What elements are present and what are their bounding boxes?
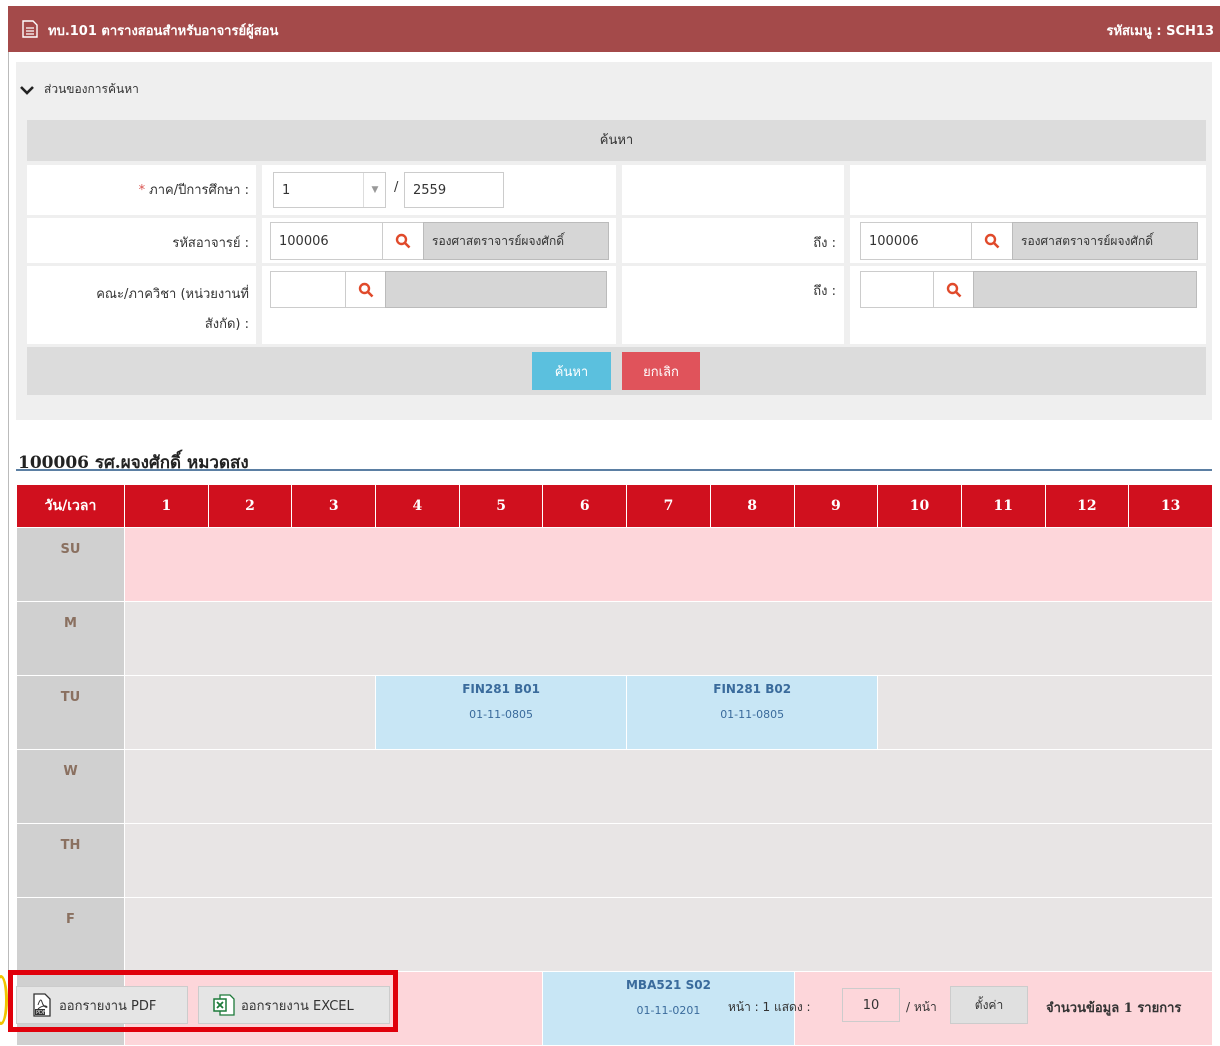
empty-slot (877, 675, 1213, 750)
faculty-to-input[interactable] (860, 271, 934, 308)
menu-code: รหัสเมนู : SCH13 (1106, 24, 1214, 39)
page-title: ทบ.101 ตารางสอนสำหรับอาจารย์ผู้สอน (48, 24, 279, 39)
search-header: ค้นหา (27, 120, 1206, 161)
label-cell (622, 266, 844, 344)
svg-text:PDF: PDF (36, 1010, 46, 1016)
faculty-to-label: ถึง : (813, 284, 836, 299)
required-mark: * (138, 183, 146, 198)
schedule-row: W (16, 749, 1213, 824)
day-label: TH (16, 823, 125, 898)
search-icon (358, 282, 373, 297)
annotation-mark (0, 975, 8, 1025)
search-icon (984, 233, 1000, 249)
teacher-to-input[interactable]: 100006 (860, 222, 972, 260)
class-name: FIN281 B02 (713, 682, 792, 696)
faculty-label: คณะ/ภาควิชา (หน่วยงานที่ สังกัด) : (96, 287, 249, 332)
period-header: 1 (124, 484, 209, 528)
empty-cell (622, 165, 844, 215)
period-header: 7 (626, 484, 711, 528)
schedule-table: วัน/เวลา 1 2 3 4 5 6 7 8 9 10 11 12 13 S… (16, 484, 1213, 1046)
teacher-from-name: รองศาสตราจารย์ผจงศักดิ์ (423, 222, 609, 260)
day-label: SU (16, 527, 125, 602)
search-icon (946, 282, 961, 297)
per-page-label: / หน้า (906, 1000, 937, 1014)
export-pdf-label: ออกรายงาน PDF (59, 998, 157, 1014)
empty-slot (124, 897, 1213, 972)
empty-slot (124, 527, 1213, 602)
class-name: FIN281 B01 (462, 682, 540, 696)
faculty-from-input[interactable] (270, 271, 346, 308)
search-section-label: ส่วนของการค้นหา (44, 82, 139, 96)
schedule-row: TH (16, 823, 1213, 898)
period-header: 6 (542, 484, 628, 528)
semester-label: * ภาค/ปีการศึกษา : (138, 183, 249, 198)
total-records: จำนวนข้อมูล 1 รายการ (1046, 1001, 1182, 1016)
period-header: 8 (709, 484, 795, 528)
class-room: 01-11-0805 (469, 708, 534, 721)
export-pdf-button[interactable]: PDF ออกรายงาน PDF (16, 986, 188, 1024)
title-bar: ทบ.101 ตารางสอนสำหรับอาจารย์ผู้สอน รหัสเ… (8, 6, 1220, 52)
corner-header: วัน/เวลา (16, 484, 125, 528)
class-name: MBA521 S02 (625, 978, 711, 992)
search-section-toggle[interactable]: ส่วนของการค้นหา (20, 80, 139, 99)
search-icon (395, 233, 411, 249)
document-icon (22, 20, 38, 38)
export-excel-label: ออกรายงาน EXCEL (241, 998, 354, 1014)
select-arrow-icon: ▼ (363, 173, 386, 207)
year-input[interactable]: 2559 (404, 172, 504, 208)
day-label: TU (16, 675, 125, 750)
faculty-from-search-button[interactable] (345, 271, 386, 308)
schedule-row: SU (16, 527, 1213, 602)
semester-separator: / (394, 180, 399, 195)
period-header: 10 (877, 484, 962, 528)
period-header: 5 (458, 484, 544, 528)
day-label: W (16, 749, 125, 824)
chevron-down-icon (20, 85, 34, 95)
empty-cell (850, 165, 1206, 215)
teacher-heading: 100006 รศ.ผจงศักดิ์ หมวดสง (18, 453, 249, 473)
search-button[interactable]: ค้นหา (532, 352, 611, 390)
faculty-from-name (385, 271, 607, 308)
search-action-row (27, 347, 1206, 395)
page-info: หน้า : 1 แสดง : (728, 1000, 811, 1014)
class-block[interactable]: FIN281 B01 01-11-0805 (375, 675, 628, 750)
empty-slot (124, 601, 1213, 676)
excel-icon (213, 994, 235, 1016)
page-size-input[interactable]: 10 (842, 988, 900, 1022)
cancel-button[interactable]: ยกเลิก (622, 352, 700, 390)
empty-slot (124, 749, 1213, 824)
teacher-to-search-button[interactable] (971, 222, 1013, 260)
empty-slot (124, 823, 1213, 898)
period-header: 12 (1044, 484, 1130, 528)
teacher-to-name: รองศาสตราจารย์ผจงศักดิ์ (1012, 222, 1198, 260)
teacher-label: รหัสอาจารย์ : (172, 236, 249, 251)
export-excel-button[interactable]: ออกรายงาน EXCEL (198, 986, 390, 1024)
faculty-to-name (973, 271, 1197, 308)
teacher-from-input[interactable]: 100006 (270, 222, 383, 260)
set-page-size-button[interactable]: ตั้งค่า (950, 986, 1028, 1024)
period-header: 9 (793, 484, 879, 528)
schedule-header-row: วัน/เวลา 1 2 3 4 5 6 7 8 9 10 11 12 13 (16, 484, 1213, 528)
class-room: 01-11-0805 (720, 708, 785, 721)
teacher-to-label: ถึง : (813, 236, 836, 251)
faculty-to-search-button[interactable] (933, 271, 974, 308)
schedule-row: TU FIN281 B01 01-11-0805 FIN281 B02 01-1… (16, 675, 1213, 750)
period-header: 4 (375, 484, 460, 528)
period-header: 3 (291, 484, 377, 528)
class-block[interactable]: FIN281 B02 01-11-0805 (626, 675, 879, 750)
schedule-row: F (16, 897, 1213, 972)
day-label: F (16, 897, 125, 972)
period-header: 13 (1128, 484, 1213, 528)
period-header: 2 (207, 484, 293, 528)
schedule-row: M (16, 601, 1213, 676)
teacher-from-search-button[interactable] (382, 222, 424, 260)
empty-slot (123, 675, 377, 750)
pdf-icon: PDF (33, 993, 51, 1017)
period-header: 11 (960, 484, 1046, 528)
day-label: M (16, 601, 125, 676)
heading-divider (16, 469, 1212, 471)
